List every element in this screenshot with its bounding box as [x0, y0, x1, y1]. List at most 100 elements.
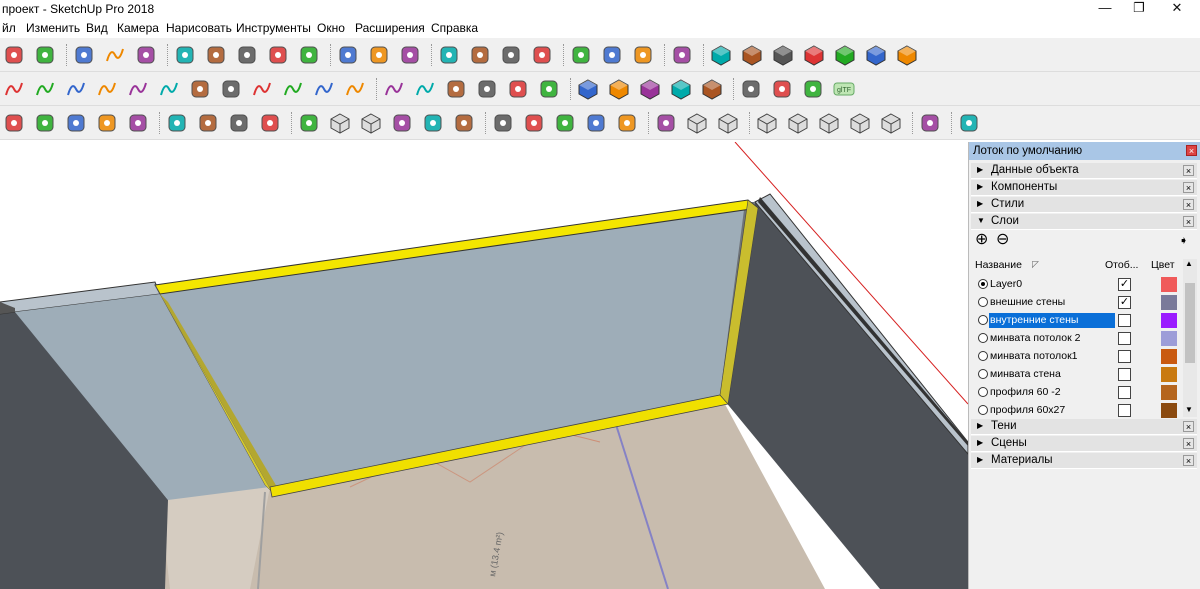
panel-close-button[interactable]: × [1183, 199, 1194, 210]
follow-me-icon[interactable] [204, 43, 228, 67]
photo-2-icon[interactable] [227, 111, 251, 135]
orbit-icon[interactable] [437, 43, 461, 67]
arc-2-icon[interactable] [250, 77, 274, 101]
panel-close-button[interactable]: × [1183, 165, 1194, 176]
view-back-icon[interactable] [833, 43, 857, 67]
layer-name[interactable]: профиля 60х27 [989, 403, 1115, 418]
hidden-line-icon[interactable] [786, 111, 810, 135]
warehouse-icon[interactable] [569, 43, 593, 67]
arc-3-icon[interactable] [343, 77, 367, 101]
layer-visible-checkbox[interactable] [1118, 404, 1131, 417]
active-layer-radio[interactable] [978, 297, 988, 307]
layer-visible-checkbox[interactable] [1118, 314, 1131, 327]
scroll-up-icon[interactable]: ▲ [1185, 259, 1193, 268]
menu-view[interactable]: Вид [86, 21, 108, 35]
menu-window[interactable]: Окно [317, 21, 345, 35]
panel-close-button[interactable]: × [1183, 421, 1194, 432]
menu-edit[interactable]: Изменить [26, 21, 80, 35]
layer-row[interactable]: внутренние стены [977, 312, 1183, 329]
layer-name[interactable]: внутренние стены [989, 313, 1115, 328]
wireframe-icon[interactable] [755, 111, 779, 135]
curve-2-icon[interactable] [33, 77, 57, 101]
layer-name[interactable]: минвата стена [989, 367, 1115, 382]
draw-icon[interactable] [452, 111, 476, 135]
sandbox-icon[interactable] [297, 111, 321, 135]
gltf-icon[interactable]: glTF [832, 77, 856, 101]
dome-icon[interactable] [615, 111, 639, 135]
layer-visible-checkbox[interactable] [1118, 368, 1131, 381]
select-icon[interactable] [2, 43, 26, 67]
curve-3-icon[interactable] [64, 77, 88, 101]
layer-row[interactable]: минвата стена [977, 366, 1183, 383]
ruby-icon[interactable] [670, 43, 694, 67]
col-color-header[interactable]: Цвет [1151, 259, 1175, 271]
solid-subtract-icon[interactable] [638, 77, 662, 101]
polygon-icon[interactable] [444, 77, 468, 101]
cube-2-icon[interactable] [359, 111, 383, 135]
menu-file[interactable]: йл [2, 21, 16, 35]
layer-visible-checkbox[interactable] [1118, 332, 1131, 345]
wrench-icon[interactable] [475, 77, 499, 101]
globe-icon[interactable] [957, 111, 981, 135]
push-pull-icon[interactable] [173, 43, 197, 67]
arc-icon[interactable] [103, 43, 127, 67]
layer-color-swatch[interactable] [1161, 385, 1177, 400]
photo-icon[interactable] [196, 111, 220, 135]
shadow-icon[interactable] [739, 77, 763, 101]
panel-close-button[interactable]: × [1183, 438, 1194, 449]
layer-visible-checkbox[interactable]: ✓ [1118, 278, 1131, 291]
curve-4-icon[interactable] [95, 77, 119, 101]
panel-components[interactable]: ▶ Компоненты × [971, 180, 1197, 196]
solid-trim-icon[interactable] [700, 77, 724, 101]
hook-icon[interactable] [312, 77, 336, 101]
layer-name[interactable]: Layer0 [989, 277, 1115, 292]
layer-color-swatch[interactable] [1161, 349, 1177, 364]
paint-icon[interactable] [398, 43, 422, 67]
cube-icon[interactable] [328, 111, 352, 135]
text-icon[interactable] [367, 43, 391, 67]
panel-layers[interactable]: ▼ Слои × [971, 214, 1197, 230]
xray-icon[interactable] [685, 111, 709, 135]
curve-6-icon[interactable] [157, 77, 181, 101]
layer-visible-checkbox[interactable]: ✓ [1118, 296, 1131, 309]
move-icon[interactable] [235, 43, 259, 67]
layer-row[interactable]: внешние стены ✓ [977, 294, 1183, 311]
layer-name[interactable]: минвата потолок 2 [989, 331, 1115, 346]
pencil-line-icon[interactable] [72, 43, 96, 67]
menu-extensions[interactable]: Расширения [355, 21, 425, 35]
layer-row[interactable]: профиля 60х27 [977, 402, 1183, 419]
view-top-icon[interactable] [740, 43, 764, 67]
panel-shadows[interactable]: ▶ Тени × [971, 419, 1197, 435]
view-bottom-icon[interactable] [895, 43, 919, 67]
layer-color-swatch[interactable] [1161, 277, 1177, 292]
layer-row[interactable]: минвата потолок 2 [977, 330, 1183, 347]
panel-close-button[interactable]: × [1183, 216, 1194, 227]
panel-entity-info[interactable]: ▶ Данные объекта × [971, 163, 1197, 179]
layer-name[interactable]: минвата потолок1 [989, 349, 1115, 364]
active-layer-radio[interactable] [978, 351, 988, 361]
layer-row[interactable]: профиля 60 -2 [977, 384, 1183, 401]
arc-4-icon[interactable] [382, 77, 406, 101]
close-button[interactable]: ✕ [1154, 0, 1200, 18]
add-detail-icon[interactable] [584, 111, 608, 135]
send-layout-icon[interactable] [631, 43, 655, 67]
layer-color-swatch[interactable] [1161, 313, 1177, 328]
cloud-icon[interactable] [95, 111, 119, 135]
panel-close-button[interactable]: × [1183, 182, 1194, 193]
zigzag-icon[interactable] [281, 77, 305, 101]
teapot-camera-icon[interactable] [64, 111, 88, 135]
drape-icon[interactable] [491, 111, 515, 135]
section-icon[interactable] [801, 77, 825, 101]
lock-icon[interactable] [258, 111, 282, 135]
zoom-icon[interactable] [499, 43, 523, 67]
panel-close-button[interactable]: × [1183, 455, 1194, 466]
panel-styles[interactable]: ▶ Стили × [971, 197, 1197, 213]
tape-measure-icon[interactable] [336, 43, 360, 67]
eraser-icon[interactable] [33, 43, 57, 67]
extension-warehouse-icon[interactable] [600, 43, 624, 67]
textured-icon[interactable] [848, 111, 872, 135]
active-layer-radio[interactable] [978, 333, 988, 343]
layer-visible-checkbox[interactable] [1118, 386, 1131, 399]
scrollbar-thumb[interactable] [1185, 283, 1195, 363]
view-left-icon[interactable] [864, 43, 888, 67]
